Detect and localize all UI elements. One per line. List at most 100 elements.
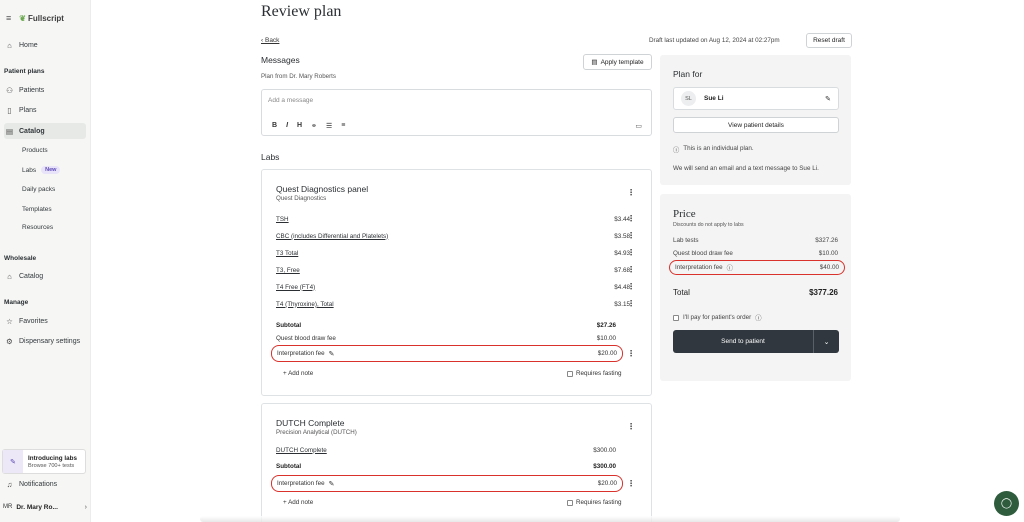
introducing-labs-card[interactable]: ✎ Introducing labs Browse 700+ tests — [2, 449, 86, 474]
chevron-down-icon[interactable]: ⌄ — [813, 330, 839, 353]
price-value: $40.00 — [819, 264, 839, 271]
test-name[interactable]: TSH — [276, 216, 289, 223]
price-label: Lab tests — [673, 237, 699, 244]
sidebar-item-catalog[interactable]: ▤ Catalog — [4, 123, 86, 139]
send-to-patient-button[interactable]: Send to patient ⌄ — [673, 330, 839, 353]
sidebar-item-patients[interactable]: ⚇ Patients — [4, 82, 86, 98]
lab-panel-card: Quest Diagnostics panel Quest Diagnostic… — [261, 169, 652, 396]
comment-icon[interactable]: ▭ — [635, 122, 642, 130]
more-options-icon[interactable]: ⋮ — [627, 350, 635, 358]
test-name[interactable]: T4 Free (FT4) — [276, 284, 315, 291]
message-editor[interactable]: Add a message B I H ⚭ ☰ ≡ ▭ — [261, 89, 652, 136]
section-header-wholesale: Wholesale — [4, 255, 37, 262]
view-patient-details-button[interactable]: View patient details — [673, 117, 839, 133]
pencil-icon[interactable]: ✎ — [329, 480, 335, 488]
bold-button[interactable]: B — [272, 122, 277, 130]
logo[interactable]: ❦ Fullscript — [19, 14, 64, 23]
more-options-icon[interactable]: ⋮ — [627, 189, 635, 197]
info-icon[interactable]: ⓘ — [755, 313, 761, 322]
test-row: TSH $3.44 — [276, 214, 630, 224]
test-name[interactable]: CBC (includes Differential and Platelets… — [276, 233, 388, 240]
reset-draft-button[interactable]: Reset draft — [806, 33, 852, 48]
test-row: T4 (Thyroxine), Total $3.15 — [276, 299, 630, 309]
checkbox[interactable] — [567, 370, 573, 377]
sidebar-item-label: Plans — [19, 106, 37, 114]
test-name[interactable]: T3, Free — [276, 267, 300, 274]
catalog-icon: ▤ — [5, 126, 14, 136]
more-options-icon[interactable]: ⋮ — [627, 232, 635, 240]
subtotal-row: Subtotal $300.00 — [276, 461, 616, 471]
pencil-icon[interactable]: ✎ — [825, 95, 831, 103]
info-icon[interactable]: ⓘ — [727, 263, 733, 272]
patient-selector[interactable]: SL Sue Li ✎ — [673, 87, 839, 110]
link-button[interactable]: ⚭ — [311, 122, 317, 130]
chat-icon[interactable]: ◯ — [994, 491, 1019, 516]
price-row-draw-fee: Quest blood draw fee $10.00 — [673, 250, 838, 257]
notify-note: We will send an email and a text message… — [673, 165, 819, 172]
more-options-icon[interactable]: ⋮ — [627, 249, 635, 257]
labs-title: Labs — [261, 152, 280, 162]
new-badge: New — [41, 166, 61, 174]
sidebar-sub-templates[interactable]: Templates — [22, 206, 52, 213]
back-link[interactable]: ‹ Back — [261, 37, 279, 44]
sidebar-item-label: Resources — [22, 224, 54, 231]
users-icon: ⚇ — [6, 85, 13, 95]
individual-plan-note: ⓘ This is an individual plan. — [673, 145, 754, 154]
discount-note: Discounts do not apply to labs — [673, 222, 744, 228]
sidebar-top: ≡ ❦ Fullscript — [6, 13, 64, 23]
pencil-icon[interactable]: ✎ — [329, 350, 335, 358]
more-options-icon[interactable]: ⋮ — [627, 266, 635, 274]
more-options-icon[interactable]: ⋮ — [627, 300, 635, 308]
sidebar-item-label: Catalog — [19, 127, 45, 135]
total-label: Total — [673, 288, 690, 297]
add-note-button[interactable]: + Add note — [283, 370, 313, 377]
interp-fee-label: Interpretation fee — [277, 480, 325, 487]
more-options-icon[interactable]: ⋮ — [627, 283, 635, 291]
intro-card-subtitle: Browse 700+ tests — [28, 462, 75, 469]
test-name[interactable]: DUTCH Complete — [276, 447, 327, 454]
sidebar-sub-labs[interactable]: Labs New — [22, 166, 61, 174]
sidebar-item-label: Dispensary settings — [19, 337, 81, 345]
test-name[interactable]: T4 (Thyroxine), Total — [276, 301, 334, 308]
heading-button[interactable]: H — [297, 122, 302, 130]
sidebar-item-home[interactable]: ⌂ Home — [4, 37, 86, 53]
sidebar-item-notifications[interactable]: ♫ Notifications — [4, 476, 86, 492]
user-menu[interactable]: MR Dr. Mary Ro... › — [3, 500, 87, 514]
numbered-list-button[interactable]: ≡ — [341, 122, 345, 130]
menu-icon[interactable]: ≡ — [6, 13, 11, 23]
checkbox[interactable] — [673, 314, 679, 321]
page-title: Review plan — [261, 3, 342, 20]
apply-template-button[interactable]: ▤ Apply template — [583, 54, 652, 70]
pay-for-order-checkbox[interactable]: I'll pay for patient's order ⓘ — [673, 313, 762, 322]
leaf-icon: ❦ — [19, 13, 26, 23]
checkbox[interactable] — [567, 499, 573, 506]
add-note-button[interactable]: + Add note — [283, 499, 313, 506]
more-options-icon[interactable]: ⋮ — [627, 480, 635, 488]
test-name[interactable]: T3 Total — [276, 250, 298, 257]
italic-button[interactable]: I — [286, 122, 288, 130]
back-label: Back — [264, 37, 280, 44]
sidebar-sub-products[interactable]: Products — [22, 147, 48, 154]
sidebar-item-favorites[interactable]: ☆ Favorites — [4, 313, 86, 329]
sidebar-item-dispensary-settings[interactable]: ⚙ Dispensary settings — [4, 333, 86, 349]
requires-fasting-checkbox[interactable]: Requires fasting — [567, 499, 622, 506]
sidebar-item-plans[interactable]: ▯ Plans — [4, 102, 86, 118]
price-label: Quest blood draw fee — [673, 250, 733, 257]
more-options-icon[interactable]: ⋮ — [627, 423, 635, 431]
chevron-right-icon: › — [84, 503, 87, 511]
test-row: T3 Total $4.93 — [276, 248, 630, 258]
sidebar-sub-resources[interactable]: Resources — [22, 224, 53, 231]
plan-for-panel: Plan for SL Sue Li ✎ View patient detail… — [660, 55, 851, 185]
sidebar-item-label: Notifications — [19, 480, 58, 488]
interp-fee-value: $20.00 — [597, 480, 617, 487]
more-options-icon[interactable]: ⋮ — [627, 215, 635, 223]
bullet-list-button[interactable]: ☰ — [326, 122, 332, 130]
sidebar-sub-daily-packs[interactable]: Daily packs — [22, 186, 55, 193]
patient-name: Sue Li — [704, 95, 724, 102]
sidebar-item-wholesale-catalog[interactable]: ⌂ Catalog — [4, 268, 86, 284]
price-panel: Price Discounts do not apply to labs Lab… — [660, 194, 851, 381]
draw-fee-label: Quest blood draw fee — [276, 334, 336, 342]
plan-for-title: Plan for — [673, 69, 703, 79]
requires-fasting-checkbox[interactable]: Requires fasting — [567, 370, 622, 377]
draft-info: Draft last updated on Aug 12, 2024 at 02… — [649, 37, 780, 44]
